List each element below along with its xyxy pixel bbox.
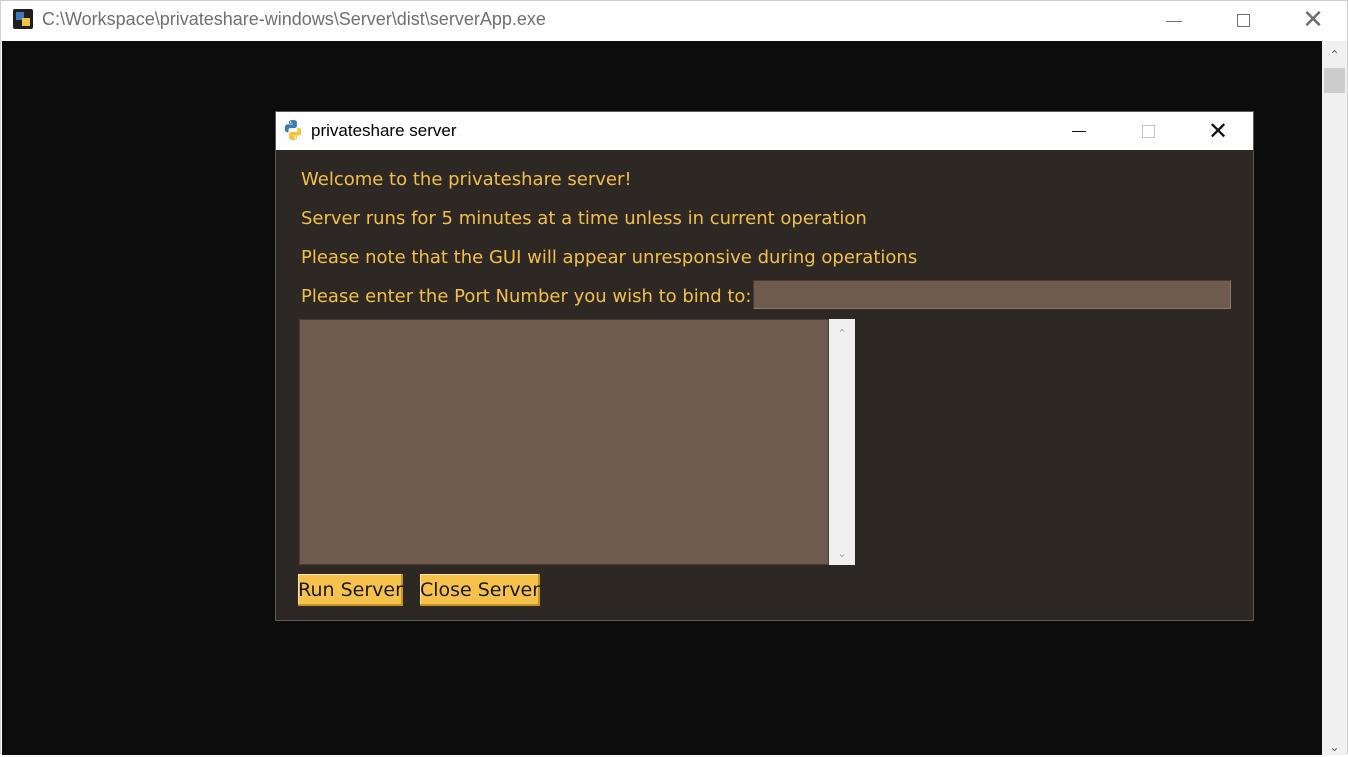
- app-minimize-button[interactable]: [1056, 112, 1102, 150]
- server-log-textarea[interactable]: [299, 319, 829, 565]
- scroll-up-icon[interactable]: ⌃: [829, 323, 855, 343]
- note-label: Please note that the GUI will appear unr…: [301, 247, 918, 268]
- privateshare-server-window: privateshare server ✕ Welcome to the pri…: [275, 111, 1254, 621]
- run-server-button[interactable]: Run Server: [297, 573, 404, 607]
- close-server-button[interactable]: Close Server: [419, 573, 541, 607]
- app-close-button[interactable]: ✕: [1195, 112, 1241, 150]
- close-icon: ✕: [1207, 117, 1229, 145]
- app-title: privateshare server: [311, 121, 457, 140]
- console-scrollbar[interactable]: ⌃ ⌄: [1322, 41, 1347, 755]
- console-maximize-button[interactable]: [1220, 1, 1266, 39]
- app-maximize-button: [1125, 112, 1171, 150]
- console-app-icon: [13, 9, 33, 29]
- scroll-down-icon[interactable]: ⌄: [829, 543, 855, 563]
- port-number-input[interactable]: [753, 280, 1231, 309]
- port-prompt-label: Please enter the Port Number you wish to…: [301, 286, 752, 307]
- app-titlebar[interactable]: privateshare server ✕: [276, 112, 1253, 150]
- console-minimize-button[interactable]: [1151, 1, 1197, 39]
- maximize-icon: [1236, 13, 1250, 27]
- console-titlebar[interactable]: C:\Workspace\privateshare-windows\Server…: [1, 1, 1347, 41]
- scroll-up-icon[interactable]: ⌃: [1322, 45, 1347, 65]
- welcome-label: Welcome to the privateshare server!: [301, 169, 632, 190]
- console-title: C:\Workspace\privateshare-windows\Server…: [42, 9, 546, 29]
- minimize-icon: [1072, 130, 1086, 132]
- minimize-icon: [1166, 20, 1182, 22]
- scrollbar-thumb[interactable]: [1324, 68, 1345, 93]
- maximize-icon: [1141, 124, 1155, 138]
- log-scrollbar[interactable]: ⌃ ⌄: [829, 319, 855, 565]
- runtime-label: Server runs for 5 minutes at a time unle…: [301, 208, 867, 229]
- console-close-button[interactable]: ✕: [1290, 1, 1336, 39]
- scroll-down-icon[interactable]: ⌄: [1322, 737, 1347, 757]
- close-icon: ✕: [1302, 5, 1324, 35]
- python-icon: [284, 120, 302, 140]
